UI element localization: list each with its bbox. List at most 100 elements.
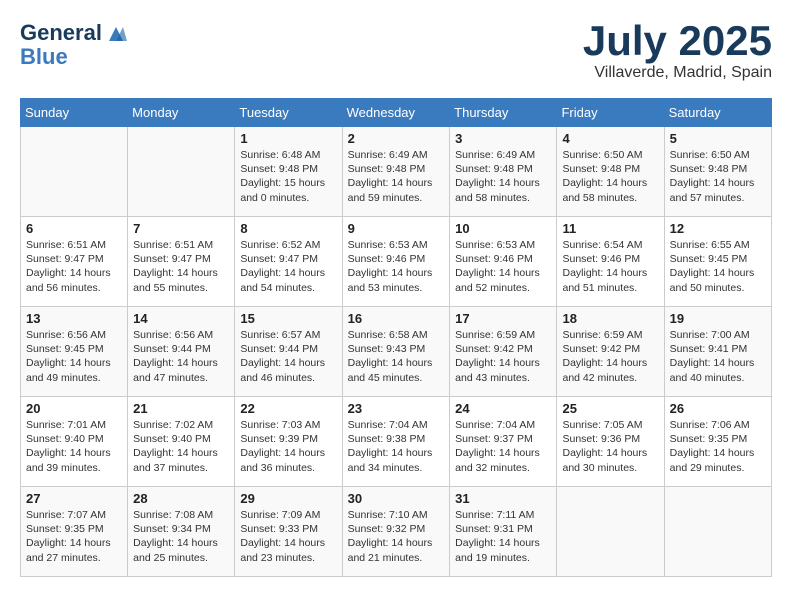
day-number: 1: [240, 131, 336, 146]
day-content: Sunrise: 7:05 AMSunset: 9:36 PMDaylight:…: [562, 418, 658, 475]
weekday-tuesday: Tuesday: [235, 99, 342, 127]
day-cell: 17 Sunrise: 6:59 AMSunset: 9:42 PMDayligh…: [450, 307, 557, 397]
day-content: Sunrise: 6:59 AMSunset: 9:42 PMDaylight:…: [455, 328, 551, 385]
day-content: Sunrise: 6:53 AMSunset: 9:46 PMDaylight:…: [348, 238, 445, 295]
day-content: Sunrise: 6:56 AMSunset: 9:44 PMDaylight:…: [133, 328, 229, 385]
day-cell: 22 Sunrise: 7:03 AMSunset: 9:39 PMDayligh…: [235, 397, 342, 487]
day-number: 25: [562, 401, 658, 416]
week-row-2: 6 Sunrise: 6:51 AMSunset: 9:47 PMDaylight…: [21, 217, 772, 307]
day-cell: 9 Sunrise: 6:53 AMSunset: 9:46 PMDaylight…: [342, 217, 450, 307]
day-cell: 15 Sunrise: 6:57 AMSunset: 9:44 PMDayligh…: [235, 307, 342, 397]
day-cell: 11Sunrise: 6:54 AMSunset: 9:46 PMDayligh…: [557, 217, 664, 307]
page-header: General Blue July 2025 Villaverde, Madri…: [20, 20, 772, 82]
day-content: Sunrise: 7:09 AMSunset: 9:33 PMDaylight:…: [240, 508, 336, 565]
logo-icon: [105, 23, 127, 45]
day-cell: 24 Sunrise: 7:04 AMSunset: 9:37 PMDayligh…: [450, 397, 557, 487]
day-number: 31: [455, 491, 551, 506]
day-cell: 31 Sunrise: 7:11 AMSunset: 9:31 PMDayligh…: [450, 487, 557, 577]
day-cell: 5 Sunrise: 6:50 AMSunset: 9:48 PMDaylight…: [664, 127, 771, 217]
day-cell: [21, 127, 128, 217]
day-cell: 18 Sunrise: 6:59 AMSunset: 9:42 PMDayligh…: [557, 307, 664, 397]
day-number: 14: [133, 311, 229, 326]
day-cell: 3 Sunrise: 6:49 AMSunset: 9:48 PMDaylight…: [450, 127, 557, 217]
day-content: Sunrise: 6:57 AMSunset: 9:44 PMDaylight:…: [240, 328, 336, 385]
weekday-sunday: Sunday: [21, 99, 128, 127]
day-cell: 29 Sunrise: 7:09 AMSunset: 9:33 PMDayligh…: [235, 487, 342, 577]
weekday-wednesday: Wednesday: [342, 99, 450, 127]
day-cell: [557, 487, 664, 577]
day-number: 11: [562, 221, 658, 236]
day-number: 23: [348, 401, 445, 416]
day-content: Sunrise: 6:51 AMSunset: 9:47 PMDaylight:…: [26, 238, 122, 295]
day-number: 19: [670, 311, 766, 326]
day-content: Sunrise: 7:06 AMSunset: 9:35 PMDaylight:…: [670, 418, 766, 475]
week-row-1: 1 Sunrise: 6:48 AMSunset: 9:48 PMDaylight…: [21, 127, 772, 217]
day-cell: 14 Sunrise: 6:56 AMSunset: 9:44 PMDayligh…: [128, 307, 235, 397]
calendar-body: 1 Sunrise: 6:48 AMSunset: 9:48 PMDaylight…: [21, 127, 772, 577]
day-number: 16: [348, 311, 445, 326]
logo-text: General: [20, 20, 127, 45]
title-block: July 2025 Villaverde, Madrid, Spain: [583, 20, 772, 82]
day-content: Sunrise: 7:00 AMSunset: 9:41 PMDaylight:…: [670, 328, 766, 385]
day-number: 12: [670, 221, 766, 236]
day-cell: 28 Sunrise: 7:08 AMSunset: 9:34 PMDayligh…: [128, 487, 235, 577]
day-number: 4: [562, 131, 658, 146]
day-number: 3: [455, 131, 551, 146]
day-cell: 4 Sunrise: 6:50 AMSunset: 9:48 PMDaylight…: [557, 127, 664, 217]
day-number: 21: [133, 401, 229, 416]
day-number: 6: [26, 221, 122, 236]
day-content: Sunrise: 6:49 AMSunset: 9:48 PMDaylight:…: [455, 148, 551, 205]
day-number: 26: [670, 401, 766, 416]
day-cell: 23Sunrise: 7:04 AMSunset: 9:38 PMDayligh…: [342, 397, 450, 487]
day-content: Sunrise: 7:08 AMSunset: 9:34 PMDaylight:…: [133, 508, 229, 565]
week-row-4: 20Sunrise: 7:01 AMSunset: 9:40 PMDayligh…: [21, 397, 772, 487]
day-content: Sunrise: 6:50 AMSunset: 9:48 PMDaylight:…: [562, 148, 658, 205]
day-number: 18: [562, 311, 658, 326]
day-cell: 7Sunrise: 6:51 AMSunset: 9:47 PMDaylight…: [128, 217, 235, 307]
day-cell: [128, 127, 235, 217]
day-cell: 21 Sunrise: 7:02 AMSunset: 9:40 PMDayligh…: [128, 397, 235, 487]
day-content: Sunrise: 7:11 AMSunset: 9:31 PMDaylight:…: [455, 508, 551, 565]
day-cell: 1 Sunrise: 6:48 AMSunset: 9:48 PMDaylight…: [235, 127, 342, 217]
day-content: Sunrise: 7:07 AMSunset: 9:35 PMDaylight:…: [26, 508, 122, 565]
weekday-saturday: Saturday: [664, 99, 771, 127]
day-number: 15: [240, 311, 336, 326]
day-cell: 27Sunrise: 7:07 AMSunset: 9:35 PMDayligh…: [21, 487, 128, 577]
day-content: Sunrise: 6:53 AMSunset: 9:46 PMDaylight:…: [455, 238, 551, 295]
week-row-3: 13Sunrise: 6:56 AMSunset: 9:45 PMDayligh…: [21, 307, 772, 397]
day-number: 22: [240, 401, 336, 416]
day-number: 17: [455, 311, 551, 326]
day-cell: 26 Sunrise: 7:06 AMSunset: 9:35 PMDayligh…: [664, 397, 771, 487]
day-number: 20: [26, 401, 122, 416]
day-content: Sunrise: 7:02 AMSunset: 9:40 PMDaylight:…: [133, 418, 229, 475]
day-cell: 8Sunrise: 6:52 AMSunset: 9:47 PMDaylight…: [235, 217, 342, 307]
day-cell: 10 Sunrise: 6:53 AMSunset: 9:46 PMDayligh…: [450, 217, 557, 307]
day-content: Sunrise: 7:03 AMSunset: 9:39 PMDaylight:…: [240, 418, 336, 475]
day-number: 7: [133, 221, 229, 236]
day-cell: 19 Sunrise: 7:00 AMSunset: 9:41 PMDayligh…: [664, 307, 771, 397]
day-number: 9: [348, 221, 445, 236]
day-content: Sunrise: 6:50 AMSunset: 9:48 PMDaylight:…: [670, 148, 766, 205]
day-number: 29: [240, 491, 336, 506]
day-content: Sunrise: 6:55 AMSunset: 9:45 PMDaylight:…: [670, 238, 766, 295]
day-number: 8: [240, 221, 336, 236]
logo-blue: Blue: [20, 45, 127, 69]
weekday-header-row: SundayMondayTuesdayWednesdayThursdayFrid…: [21, 99, 772, 127]
day-content: Sunrise: 6:48 AMSunset: 9:48 PMDaylight:…: [240, 148, 336, 205]
day-number: 13: [26, 311, 122, 326]
day-number: 24: [455, 401, 551, 416]
day-cell: 25 Sunrise: 7:05 AMSunset: 9:36 PMDayligh…: [557, 397, 664, 487]
day-number: 28: [133, 491, 229, 506]
day-content: Sunrise: 6:59 AMSunset: 9:42 PMDaylight:…: [562, 328, 658, 385]
logo: General Blue: [20, 20, 127, 69]
day-cell: 16Sunrise: 6:58 AMSunset: 9:43 PMDayligh…: [342, 307, 450, 397]
day-number: 5: [670, 131, 766, 146]
calendar-table: SundayMondayTuesdayWednesdayThursdayFrid…: [20, 98, 772, 577]
day-content: Sunrise: 7:04 AMSunset: 9:37 PMDaylight:…: [455, 418, 551, 475]
day-cell: 20Sunrise: 7:01 AMSunset: 9:40 PMDayligh…: [21, 397, 128, 487]
day-cell: 2Sunrise: 6:49 AMSunset: 9:48 PMDaylight…: [342, 127, 450, 217]
day-cell: [664, 487, 771, 577]
day-number: 2: [348, 131, 445, 146]
day-number: 10: [455, 221, 551, 236]
weekday-thursday: Thursday: [450, 99, 557, 127]
